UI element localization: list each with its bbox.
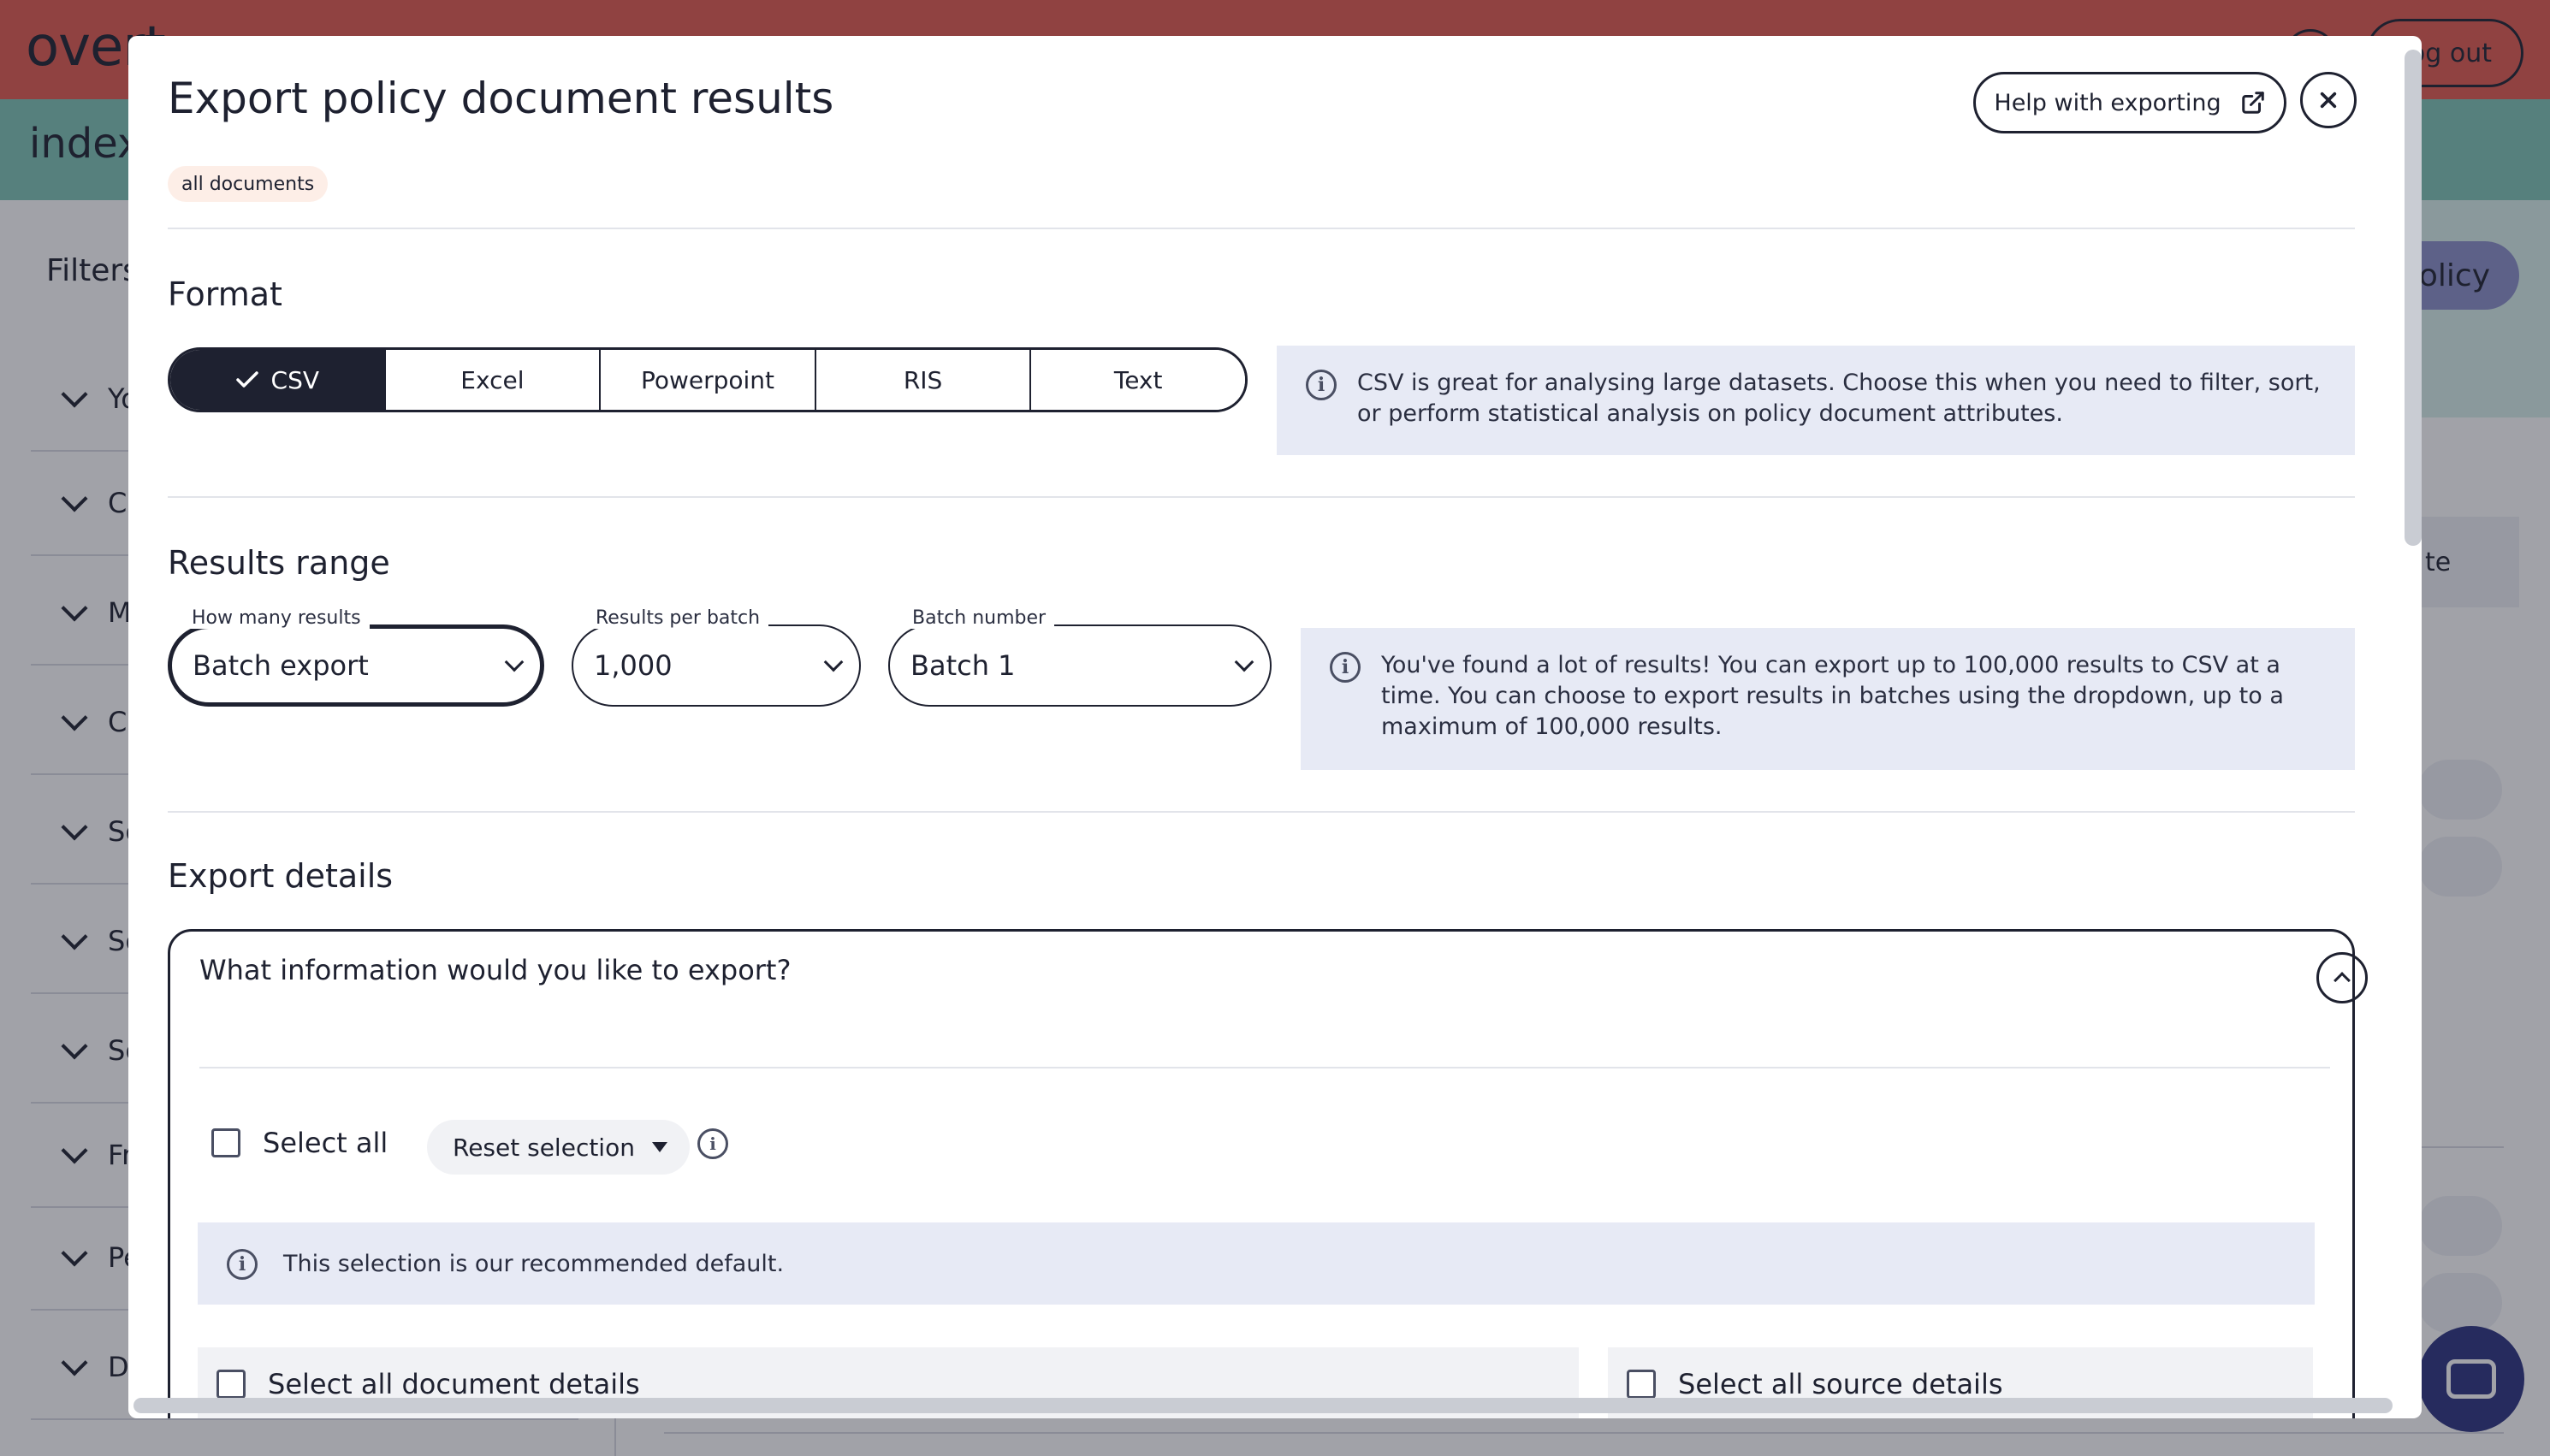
- info-icon: i: [1306, 370, 1337, 400]
- reset-selection-label: Reset selection: [453, 1133, 635, 1162]
- divider: [199, 1067, 2330, 1068]
- close-button[interactable]: [2300, 72, 2357, 128]
- export-details-title: Export details: [168, 857, 394, 895]
- close-icon: [2320, 92, 2337, 109]
- export-modal: Export policy document results Help with…: [128, 36, 2422, 1418]
- export-details-panel: What information would you like to expor…: [168, 929, 2368, 1418]
- how-many-results-label: How many results: [183, 607, 370, 629]
- select-all-label: Select all: [263, 1127, 388, 1159]
- source-details-label: Select all source details: [1678, 1368, 2003, 1400]
- modal-title: Export policy document results: [168, 74, 834, 123]
- how-many-results-select[interactable]: Batch export How many results: [168, 607, 544, 707]
- caret-down-icon: [651, 1142, 667, 1152]
- export-details-question[interactable]: What information would you like to expor…: [199, 954, 791, 986]
- chevron-up-icon: [2334, 972, 2351, 989]
- format-title: Format: [168, 275, 282, 313]
- results-per-batch-select[interactable]: 1,000 Results per batch: [572, 607, 861, 707]
- how-many-results-field[interactable]: Batch export: [168, 624, 544, 707]
- batch-number-label: Batch number: [904, 607, 1055, 629]
- results-range-info-text: You've found a lot of results! You can e…: [1381, 652, 2284, 740]
- divider: [168, 228, 2355, 229]
- external-link-icon: [2241, 92, 2264, 114]
- help-exporting-button[interactable]: Help with exporting: [1973, 72, 2286, 133]
- results-per-batch-label: Results per batch: [587, 607, 769, 629]
- vertical-scrollbar[interactable]: [2405, 50, 2422, 546]
- format-info: i CSV is great for analysing large datas…: [1277, 346, 2355, 455]
- batch-number-field[interactable]: Batch 1: [888, 624, 1272, 707]
- format-option-text[interactable]: Text: [1031, 350, 1245, 410]
- format-option-ris[interactable]: RIS: [815, 350, 1032, 410]
- reset-selection-button[interactable]: Reset selection: [427, 1120, 690, 1175]
- results-range-info: i You've found a lot of results! You can…: [1301, 628, 2355, 770]
- select-all-checkbox[interactable]: Select all: [211, 1127, 388, 1159]
- info-icon: i: [227, 1249, 258, 1280]
- chevron-down-icon: [504, 652, 525, 672]
- format-info-text: CSV is great for analysing large dataset…: [1357, 370, 2321, 427]
- results-per-batch-field[interactable]: 1,000: [572, 624, 861, 707]
- help-button-label: Help with exporting: [1994, 89, 2221, 116]
- documents-tag: all documents: [168, 166, 329, 202]
- chevron-down-icon: [823, 652, 844, 672]
- format-option-excel[interactable]: Excel: [385, 350, 602, 410]
- format-option-powerpoint[interactable]: Powerpoint: [601, 350, 816, 410]
- divider: [168, 496, 2355, 498]
- checkbox[interactable]: [216, 1370, 246, 1399]
- info-icon[interactable]: i: [697, 1128, 728, 1159]
- batch-number-select[interactable]: Batch 1 Batch number: [888, 607, 1272, 707]
- checkbox[interactable]: [1627, 1370, 1656, 1399]
- chevron-down-icon: [1234, 652, 1254, 672]
- collapse-button[interactable]: [2316, 952, 2368, 1003]
- checkbox[interactable]: [211, 1128, 240, 1157]
- recommended-note: i This selection is our recommended defa…: [198, 1222, 2315, 1305]
- divider: [168, 811, 2355, 813]
- horizontal-scrollbar[interactable]: [133, 1398, 2393, 1413]
- document-details-label: Select all document details: [268, 1368, 640, 1400]
- check-icon: [235, 371, 258, 388]
- format-selector: CSV Excel Powerpoint RIS Text: [168, 347, 1248, 412]
- format-option-csv[interactable]: CSV: [170, 350, 386, 410]
- results-range-title: Results range: [168, 544, 390, 582]
- recommended-note-text: This selection is our recommended defaul…: [283, 1250, 785, 1277]
- info-icon: i: [1330, 652, 1361, 683]
